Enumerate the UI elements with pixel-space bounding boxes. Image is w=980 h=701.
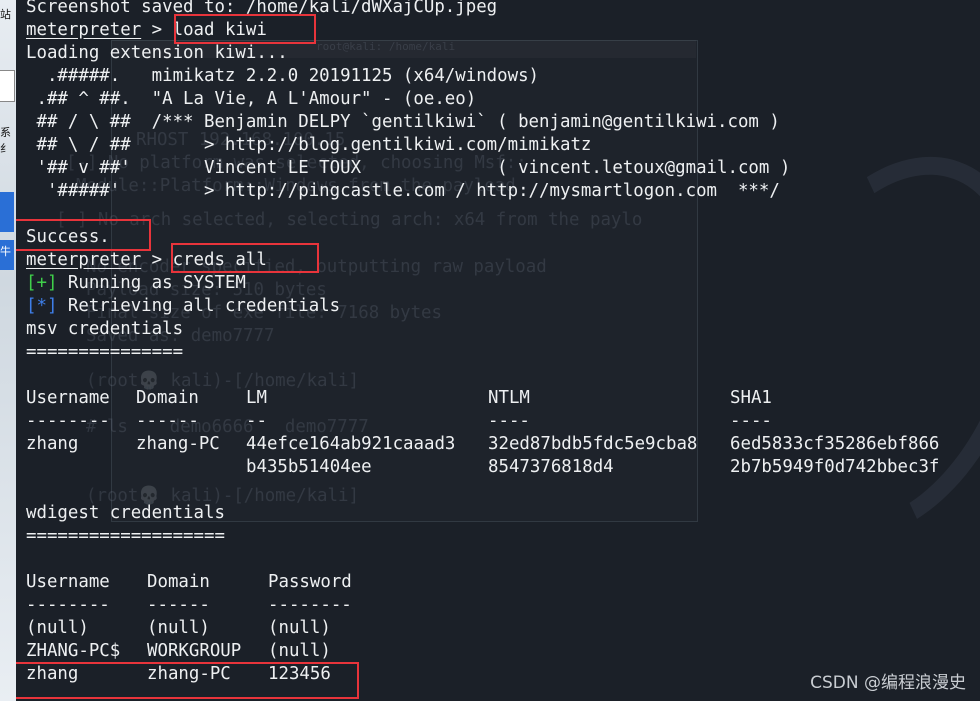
star-marker: [*]: [26, 296, 58, 316]
highlight-creds-all: [171, 243, 319, 273]
msv-header-ntlm: NTLM: [488, 388, 530, 408]
running-line: [+] Running as SYSTEM: [26, 272, 246, 295]
wd-header-domain: Domain: [147, 572, 210, 592]
wd-header-username: Username: [26, 572, 110, 592]
banner-line: ## \ / ## > http://blog.gentilkiwi.com/m…: [26, 135, 592, 155]
msv-dash: ----: [730, 411, 772, 431]
msv-row: zhang zhang-PC 44efce164ab921caaad3 32ed…: [26, 433, 976, 456]
wd-header-password: Password: [268, 572, 352, 592]
prompt-label: meterpreter: [26, 20, 142, 40]
banner-line: .## ^ ##. "A La Vie, A L'Amour" - (oe.eo…: [26, 89, 477, 109]
highlight-password-row: [16, 662, 359, 699]
msv-row-continued: b435b51404ee 8547376818d4 2b7b5949f0d742…: [26, 456, 976, 479]
highlight-load-kiwi: [174, 14, 316, 44]
plus-marker: [+]: [26, 273, 58, 293]
watermark: CSDN @编程浪漫史: [810, 673, 966, 693]
banner-line: '## v ##' Vincent LE TOUX ( vincent.leto…: [26, 158, 791, 178]
prompt-label: meterpreter: [26, 250, 142, 270]
desktop-label-mid: 系纟: [0, 126, 11, 155]
msv-header-row: Username Domain LM NTLM SHA1: [26, 387, 976, 410]
wd-dash: ------: [147, 595, 210, 615]
prompt-separator: >: [141, 250, 173, 270]
wd-cell-domain: WORKGROUP: [147, 641, 242, 661]
msv-dash: ----: [488, 411, 530, 431]
msv-header-username: Username: [26, 388, 110, 408]
desktop-label-top: 站: [0, 8, 11, 21]
msv-rule: ===============: [26, 342, 184, 362]
wd-dash: --------: [268, 595, 352, 615]
running-text: Running as SYSTEM: [57, 273, 246, 293]
msv-cell-sha1: 6ed5833cf35286ebf866: [730, 434, 940, 454]
wdigest-title: wdigest credentials: [26, 503, 225, 523]
wd-row: ZHANG-PC$ WORKGROUP (null): [26, 640, 626, 663]
wd-cell-username: ZHANG-PC$: [26, 641, 121, 661]
retrieving-line: [*] Retrieving all credentials: [26, 295, 340, 318]
msv-header-domain: Domain: [136, 388, 199, 408]
wdigest-rule: ===================: [26, 526, 225, 546]
msv-cell-ntlm: 32ed87bdb5fdc5e9cba8: [488, 434, 698, 454]
banner-line: ## / \ ## /*** Benjamin DELPY `gentilkiw…: [26, 112, 780, 132]
wd-header-row: Username Domain Password: [26, 571, 626, 594]
msv-cell-sha1: 2b7b5949f0d742bbec3f: [730, 457, 940, 477]
banner-line: '#####' > http://pingcastle.com / http:/…: [26, 181, 780, 201]
msv-header-sha1: SHA1: [730, 388, 772, 408]
msv-title: msv credentials: [26, 319, 184, 339]
wd-dash-row: -------- ------ --------: [26, 594, 626, 617]
background-window-title: root@kali: /home/kali: [316, 40, 456, 53]
msv-dash: ------: [136, 411, 199, 431]
msv-dash-row: -------- ------ -- ---- ----: [26, 410, 976, 433]
desktop-icon-blue[interactable]: [0, 192, 14, 232]
loading-line: Loading extension kiwi...: [26, 43, 288, 63]
msv-cell-ntlm: 8547376818d4: [488, 457, 614, 477]
wd-cell-username: (null): [26, 618, 89, 638]
msv-cell-domain: zhang-PC: [136, 434, 220, 454]
msv-cell-lm: b435b51404ee: [246, 457, 372, 477]
banner-line: .#####. mimikatz 2.2.0 20191125 (x64/win…: [26, 66, 540, 86]
msv-dash: --: [246, 411, 267, 431]
desktop-label-low: 牛: [0, 245, 11, 258]
msv-cell-username: zhang: [26, 434, 79, 454]
highlight-success: [16, 219, 151, 251]
wd-cell-password: (null): [268, 641, 331, 661]
terminal-window[interactable]: root@kali: /home/kali RHOST 192.168.100.…: [16, 0, 980, 701]
wd-cell-domain: (null): [147, 618, 210, 638]
wd-cell-password: (null): [268, 618, 331, 638]
msv-header-lm: LM: [246, 388, 267, 408]
prompt-separator: >: [141, 20, 173, 40]
msv-cell-lm: 44efce164ab921caaad3: [246, 434, 456, 454]
wd-dash: --------: [26, 595, 110, 615]
msv-dash: --------: [26, 411, 110, 431]
wd-row: (null) (null) (null): [26, 617, 626, 640]
desktop-strip: 站 系纟 牛: [0, 0, 16, 701]
app-icon[interactable]: [0, 70, 15, 102]
retrieving-text: Retrieving all credentials: [57, 296, 341, 316]
